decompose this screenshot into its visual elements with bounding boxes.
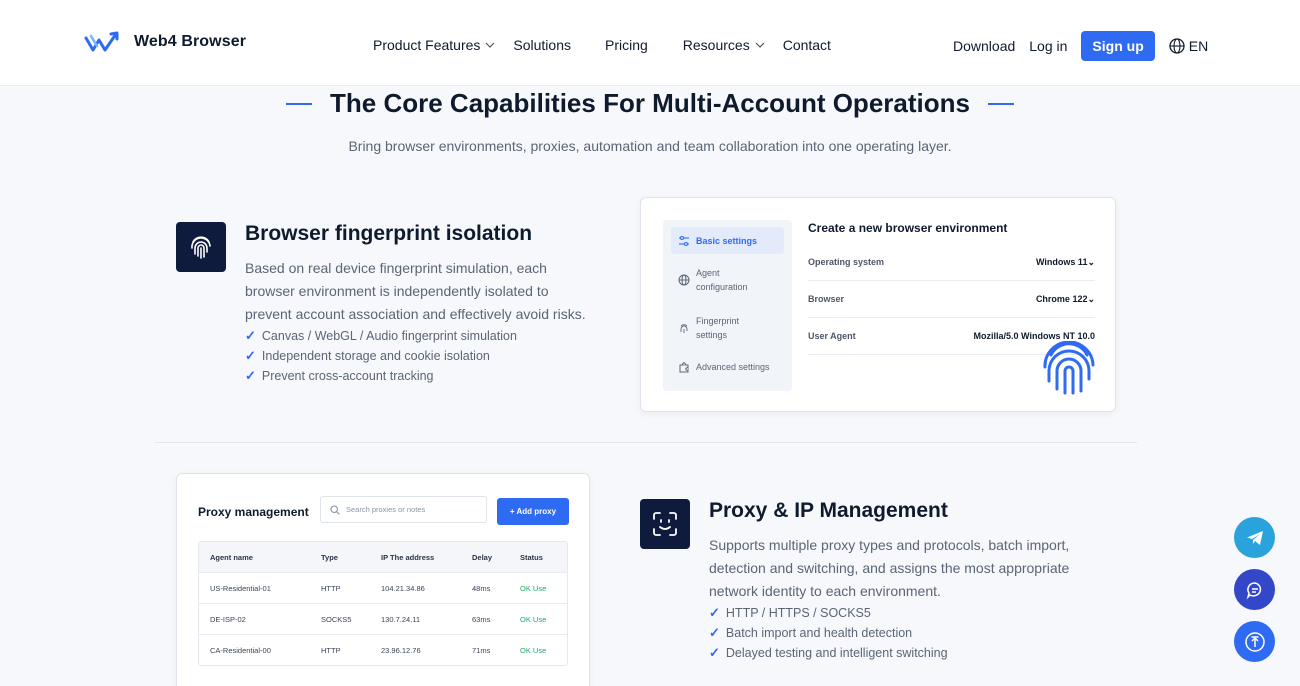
- browser-select[interactable]: Chrome 122⌄: [1036, 294, 1095, 305]
- check-icon: ✓: [245, 328, 256, 343]
- sidebar-item-agent-configuration[interactable]: Agent configuration: [671, 266, 784, 294]
- feature-description: Supports multiple proxy types and protoc…: [709, 537, 1070, 599]
- puzzle-icon: [679, 362, 689, 373]
- list-item: ✓ Batch import and health detection: [709, 625, 913, 640]
- download-link[interactable]: Download: [953, 38, 1015, 54]
- add-proxy-button[interactable]: + Add proxy: [497, 498, 569, 525]
- nav-pricing[interactable]: Pricing: [605, 37, 648, 53]
- list-item: ✓ HTTP / HTTPS / SOCKS5: [709, 605, 871, 620]
- logo-icon: [84, 31, 119, 52]
- list-item: ✓ Delayed testing and intelligent switchi…: [709, 645, 948, 660]
- nav-product-features[interactable]: Product Features: [373, 37, 495, 53]
- table-header: Agent name Type IP The address Delay Sta…: [199, 542, 567, 573]
- fingerprint-icon: [191, 236, 211, 259]
- list-item: ✓ Canvas / WebGL / Audio fingerprint simu…: [245, 328, 517, 343]
- status-badge: OK Use: [520, 584, 547, 593]
- feature-icon-tile: [640, 499, 690, 549]
- card-title: Create a new browser environment: [808, 221, 1008, 235]
- check-icon: ✓: [709, 625, 720, 640]
- site-header: Web4 Browser Product Features Solutions …: [0, 0, 1300, 86]
- chat-icon: [1246, 581, 1261, 599]
- setting-row-os[interactable]: Operating system Windows 11⌄: [808, 244, 1095, 281]
- feature-title: Proxy & IP Management: [709, 499, 948, 522]
- logo-text: Web4 Browser: [134, 33, 247, 50]
- check-icon: ✓: [245, 348, 256, 363]
- feature-icon-tile: [176, 222, 226, 272]
- nav-contact[interactable]: Contact: [783, 37, 831, 53]
- login-link[interactable]: Log in: [1029, 38, 1067, 54]
- globe-icon: [1169, 38, 1185, 54]
- section-divider: [155, 442, 1137, 443]
- chevron-down-icon: [485, 42, 495, 48]
- scroll-top-icon: [1244, 631, 1265, 652]
- nav-solutions[interactable]: Solutions: [513, 37, 571, 53]
- search-placeholder: Search proxies or notes: [346, 505, 426, 514]
- sidebar-item-fingerprint-settings[interactable]: Fingerprint settings: [671, 314, 784, 342]
- list-item: ✓ Prevent cross-account tracking: [245, 368, 434, 383]
- language-label: EN: [1188, 38, 1209, 54]
- table-row[interactable]: CA-Residential-00 HTTP 23.96.12.76 71ms …: [199, 635, 567, 665]
- language-selector[interactable]: EN: [1169, 38, 1208, 54]
- feature-description: Based on real device fingerprint simulat…: [245, 260, 586, 322]
- table-row[interactable]: US-Residential-01 HTTP 104.21.34.86 48ms…: [199, 573, 567, 604]
- header-actions: Download Log in Sign up EN: [953, 31, 1208, 61]
- sidebar-item-basic-settings[interactable]: Basic settings: [671, 227, 784, 254]
- list-item: ✓ Independent storage and cookie isolatio…: [245, 348, 490, 363]
- signup-button[interactable]: Sign up: [1081, 31, 1155, 61]
- heading-accent-line: [286, 102, 313, 105]
- fingerprint-icon: [680, 324, 688, 333]
- os-select[interactable]: Windows 11⌄: [1036, 257, 1095, 268]
- table-row[interactable]: DE-ISP-02 SOCKS5 130.7.24.11 63ms OK Use: [199, 604, 567, 635]
- search-input[interactable]: Search proxies or notes: [320, 496, 487, 523]
- feature-bullets: ✓ HTTP / HTTPS / SOCKS5 ✓ Batch import and…: [709, 603, 948, 663]
- heading-accent-line: [987, 102, 1014, 105]
- sidebar-item-advanced-settings[interactable]: Advanced settings: [671, 361, 784, 373]
- setting-row-browser[interactable]: Browser Chrome 122⌄: [808, 281, 1095, 318]
- chevron-down-icon: [755, 42, 765, 48]
- settings-sidebar: Basic settings Agent configuration Finge…: [663, 220, 792, 391]
- section-subtitle: Bring browser environments, proxies, aut…: [348, 138, 952, 154]
- nav-resources[interactable]: Resources: [683, 37, 765, 53]
- proxy-table: Agent name Type IP The address Delay Sta…: [198, 541, 568, 666]
- globe-icon: [678, 274, 690, 286]
- feature-bullets: ✓ Canvas / WebGL / Audio fingerprint simu…: [245, 326, 517, 386]
- status-badge: OK Use: [520, 615, 547, 624]
- status-badge: OK Use: [520, 646, 547, 655]
- sliders-icon: [679, 235, 689, 246]
- main-nav: Product Features Solutions Pricing Resou…: [373, 37, 831, 53]
- section-heading: The Core Capabilities For Multi-Account …: [0, 88, 1300, 119]
- search-icon: [330, 504, 340, 515]
- card-title: Proxy management: [198, 505, 309, 519]
- chat-button[interactable]: [1234, 569, 1275, 610]
- feature-title: Browser fingerprint isolation: [245, 222, 533, 245]
- face-scan-icon: [653, 512, 677, 536]
- logo[interactable]: Web4 Browser: [84, 30, 246, 54]
- telegram-icon: [1246, 530, 1263, 545]
- section-title: The Core Capabilities For Multi-Account …: [330, 88, 970, 118]
- check-icon: ✓: [709, 645, 720, 660]
- check-icon: ✓: [709, 605, 720, 620]
- scroll-top-button[interactable]: [1234, 621, 1275, 662]
- browser-environment-card: Basic settings Agent configuration Finge…: [640, 197, 1116, 412]
- user-agent-value: Mozilla/5.0 Windows NT 10.0: [973, 331, 1095, 341]
- telegram-button[interactable]: [1234, 517, 1275, 558]
- check-icon: ✓: [245, 368, 256, 383]
- proxy-management-card: Proxy management Search proxies or notes…: [176, 473, 590, 686]
- fingerprint-icon: [1043, 341, 1095, 395]
